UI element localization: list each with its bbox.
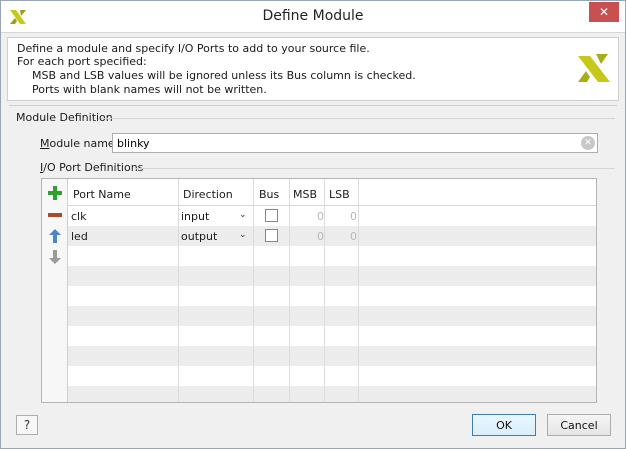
move-up-button[interactable] <box>47 228 63 244</box>
column-divider <box>324 179 325 402</box>
table-row-empty[interactable] <box>68 326 596 346</box>
lsb-cell[interactable]: 0 <box>333 230 357 243</box>
table-row-empty[interactable] <box>68 266 596 286</box>
header-divider <box>9 105 617 106</box>
port-table-header: Port Name Direction Bus MSB LSB <box>68 179 596 206</box>
info-line-1: Define a module and specify I/O Ports to… <box>17 42 370 55</box>
table-row-empty[interactable] <box>68 246 596 266</box>
help-button[interactable]: ? <box>16 415 38 435</box>
chevron-down-icon[interactable]: ⌄ <box>239 210 247 220</box>
info-line-2: For each port specified: <box>17 55 147 68</box>
msb-cell[interactable]: 0 <box>300 230 324 243</box>
column-divider <box>358 179 359 402</box>
table-row-empty[interactable] <box>68 346 596 366</box>
close-button[interactable]: ✕ <box>589 2 619 22</box>
lsb-cell[interactable]: 0 <box>333 210 357 223</box>
title-bar: Define Module ✕ <box>1 1 625 33</box>
module-name-mnemonic: M <box>40 137 50 150</box>
cancel-button[interactable]: Cancel <box>547 414 611 436</box>
msb-cell[interactable]: 0 <box>300 210 324 223</box>
module-name-label: Module name: <box>40 137 118 150</box>
info-panel: Define a module and specify I/O Ports to… <box>7 37 619 101</box>
module-definition-rule <box>101 118 615 119</box>
module-name-input[interactable] <box>112 133 598 153</box>
bus-checkbox[interactable] <box>265 209 278 222</box>
table-row[interactable]: led output ⌄ 0 0 <box>68 226 596 246</box>
clear-icon[interactable]: ✕ <box>581 136 595 150</box>
ok-button[interactable]: OK <box>472 414 536 436</box>
col-port-name[interactable]: Port Name <box>73 188 131 201</box>
ports-panel: Port Name Direction Bus MSB LSB clk inpu… <box>41 178 597 403</box>
direction-cell[interactable]: input <box>181 210 209 223</box>
arrow-down-icon <box>49 250 61 264</box>
move-down-button[interactable] <box>47 249 63 265</box>
window-title: Define Module <box>262 8 364 24</box>
vivado-logo-icon <box>578 54 610 82</box>
table-row-empty[interactable] <box>68 286 596 306</box>
column-divider <box>253 179 254 402</box>
table-row-empty[interactable] <box>68 366 596 386</box>
plus-icon <box>48 186 62 200</box>
column-divider <box>178 179 179 402</box>
port-name-cell[interactable]: clk <box>71 210 86 223</box>
col-bus[interactable]: Bus <box>259 188 279 201</box>
module-name-label-text: odule name: <box>49 137 119 150</box>
port-name-cell[interactable]: led <box>71 230 88 243</box>
table-row-empty[interactable] <box>68 306 596 326</box>
io-port-title-text: /O Port Definitions <box>43 161 144 174</box>
define-module-dialog: Define Module ✕ Define a module and spec… <box>0 0 626 449</box>
arrow-up-icon <box>49 229 61 243</box>
table-row[interactable]: clk input ⌄ 0 0 <box>68 206 596 226</box>
close-icon: ✕ <box>598 5 610 19</box>
io-port-rule <box>135 168 615 169</box>
add-port-button[interactable] <box>47 185 63 201</box>
table-row-empty[interactable] <box>68 386 596 402</box>
col-msb[interactable]: MSB <box>293 188 317 201</box>
minus-icon <box>48 213 62 217</box>
io-port-definitions-title: I/O Port Definitions <box>40 161 143 174</box>
module-definition-title: Module Definition <box>16 111 113 124</box>
port-toolbar <box>42 179 68 402</box>
remove-port-button[interactable] <box>47 207 63 223</box>
direction-cell[interactable]: output <box>181 230 217 243</box>
column-divider <box>289 179 290 402</box>
info-line-3: MSB and LSB values will be ignored unles… <box>32 69 416 82</box>
col-lsb[interactable]: LSB <box>329 188 350 201</box>
chevron-down-icon[interactable]: ⌄ <box>239 230 247 240</box>
bus-checkbox[interactable] <box>265 229 278 242</box>
port-table: Port Name Direction Bus MSB LSB clk inpu… <box>68 179 596 402</box>
col-direction[interactable]: Direction <box>183 188 233 201</box>
info-line-4: Ports with blank names will not be writt… <box>32 83 267 96</box>
